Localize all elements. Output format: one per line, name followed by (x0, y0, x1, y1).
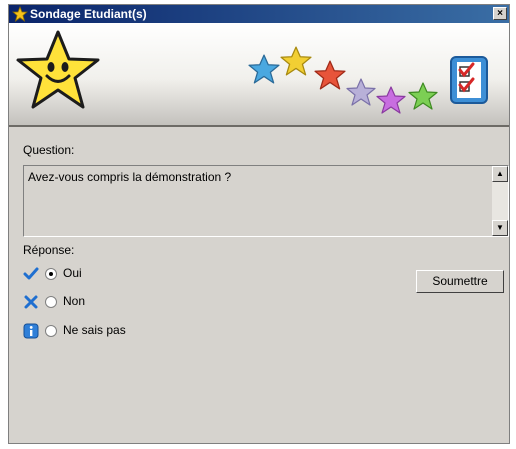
radio-non[interactable] (45, 296, 57, 308)
radio-ne-sais-pas[interactable] (45, 325, 57, 337)
header-banner (9, 23, 509, 127)
star-icon (280, 46, 312, 76)
option-ne-sais-pas-label: Ne sais pas (63, 323, 126, 337)
star-icon (376, 86, 406, 114)
option-non[interactable]: Non (23, 293, 143, 311)
star-icon (248, 54, 280, 84)
smiling-star-icon (16, 30, 100, 109)
close-button[interactable]: × (493, 7, 507, 20)
info-icon (23, 323, 39, 339)
checklist-icon (450, 56, 488, 104)
submit-button[interactable]: Soumettre (416, 270, 504, 293)
star-icon (346, 78, 376, 106)
scroll-down-button[interactable]: ▼ (492, 220, 508, 236)
scroll-up-button[interactable]: ▲ (492, 166, 508, 182)
radio-oui[interactable] (45, 268, 57, 280)
survey-window: Sondage Etudiant(s) × Question: Avez-vou… (8, 4, 510, 444)
option-ne-sais-pas[interactable]: Ne sais pas (23, 322, 183, 340)
star-icon (314, 60, 346, 90)
option-oui[interactable]: Oui (23, 265, 143, 283)
option-non-label: Non (63, 294, 86, 308)
answer-label: Réponse: (23, 243, 75, 257)
star-icon (12, 6, 28, 22)
window-title: Sondage Etudiant(s) (30, 7, 147, 21)
question-text: Avez-vous compris la démonstration ? (28, 170, 232, 184)
checkmark-icon (23, 267, 39, 280)
cross-icon (24, 295, 38, 309)
star-icon (408, 82, 438, 110)
question-label: Question: (23, 143, 75, 157)
option-oui-label: Oui (63, 266, 82, 280)
question-text-area: Avez-vous compris la démonstration ? ▲ ▼ (23, 165, 509, 237)
title-bar: Sondage Etudiant(s) × (9, 5, 509, 23)
question-scrollbar[interactable]: ▲ ▼ (492, 166, 508, 236)
